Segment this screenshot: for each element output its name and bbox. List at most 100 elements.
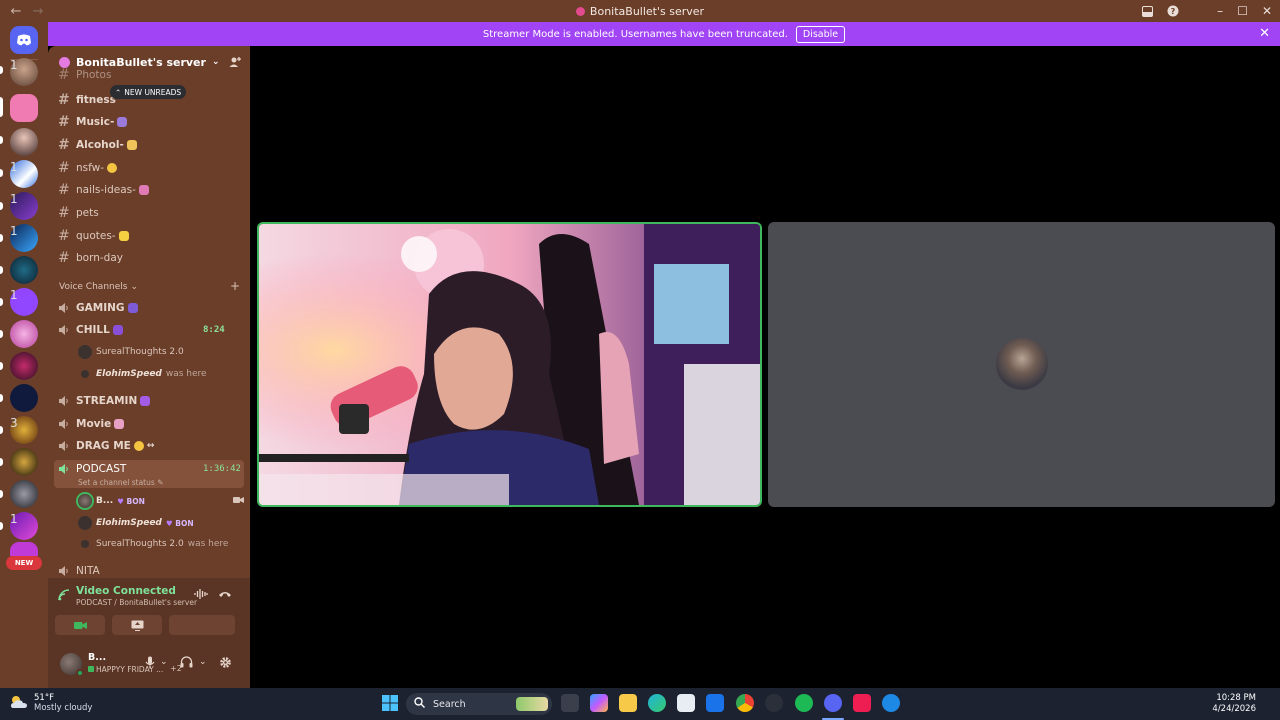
discord-taskbar-icon[interactable] [824,694,842,712]
voice-member-past[interactable]: SurealThoughts 2.0 was here [78,535,228,553]
camera-button[interactable] [55,615,105,635]
channel-pets[interactable]: # pets [58,203,99,223]
channel-name: STREAMIN [76,395,138,407]
tiktok-icon[interactable] [853,694,871,712]
webcam-video-tile[interactable] [257,222,762,507]
back-arrow-icon[interactable]: ← [8,4,24,19]
mail-icon[interactable] [706,694,724,712]
inbox-icon[interactable] [1141,5,1153,17]
chrome-icon[interactable] [736,694,754,712]
username[interactable]: B... [88,652,106,663]
edge-browser-icon[interactable] [648,694,666,712]
disable-streamer-mode-button[interactable]: Disable [795,25,846,43]
help-icon[interactable]: ? [1167,5,1179,17]
speaker-icon [58,302,70,314]
server-icon-bonitabullet[interactable] [10,94,38,122]
voice-member[interactable]: SurealThoughts 2.0 [78,343,184,361]
participant-video-tile[interactable] [768,222,1275,507]
task-view-icon[interactable] [561,694,579,712]
search-highlight-icon [516,697,548,711]
member-tag: ♥ BON [165,518,194,528]
close-banner-icon[interactable]: ✕ [1259,26,1270,41]
server-icon-13[interactable] [10,448,38,476]
voice-member[interactable]: ElohimSpeed ♥ BON [78,514,194,532]
server-icon-3[interactable] [10,128,38,156]
server-icon-9[interactable] [10,320,38,348]
taskbar-clock[interactable]: 10:28 PM 4/24/2026 [1212,693,1256,715]
server-icon-16[interactable] [10,542,38,556]
set-channel-status[interactable]: Set a channel status ✎ [78,478,163,487]
create-channel-icon[interactable]: + [230,279,240,293]
minimize-button[interactable]: – [1217,4,1223,18]
hash-icon: # [58,182,70,198]
screen-share-button[interactable] [112,615,162,635]
voice-status[interactable]: Video Connected [76,585,176,597]
copilot-icon[interactable] [590,694,608,712]
channel-born-day[interactable]: # born-day [58,248,123,268]
file-explorer-icon[interactable] [619,694,637,712]
windows-start-icon[interactable] [381,694,399,712]
soundboard-button-hidden [185,615,235,635]
invite-people-icon[interactable] [229,56,241,71]
discord-home-icon[interactable] [10,26,38,54]
voice-channel-streamin[interactable]: STREAMIN [58,391,151,411]
channel-fitness[interactable]: # fitness [58,90,116,110]
app-icon-blue[interactable] [882,694,900,712]
disconnect-icon[interactable] [218,588,232,603]
voice-channel-podcast[interactable]: PODCAST 1:36:42 [58,459,241,479]
channel-music[interactable]: # Music- [58,112,128,132]
maximize-button[interactable]: ☐ [1237,4,1248,18]
headphones-icon[interactable] [180,656,193,671]
unread-badge: 1 [10,288,18,302]
channel-name: GAMING [76,302,125,314]
chevron-down-icon[interactable]: ⌄ [160,657,168,667]
voice-channel-drag-me[interactable]: DRAG ME ↔ [58,436,154,456]
channel-nsfw[interactable]: # nsfw- [58,158,118,178]
channel-quotes[interactable]: # quotes- [58,226,129,246]
voice-member[interactable]: B... ♥ BON [78,492,244,510]
spotify-icon[interactable] [795,694,813,712]
close-window-button[interactable]: ✕ [1262,4,1272,18]
voice-channel-movie[interactable]: Movie [58,414,125,434]
grin-emoji-icon [133,441,144,451]
channel-name: born-day [76,252,123,264]
speaker-icon [58,324,70,336]
channel-timer: 1:36:42 [203,464,241,474]
badge-wrap-12: 3 [10,416,40,446]
new-unreads-pill[interactable]: ⌃ NEW UNREADS [110,85,187,99]
voice-location[interactable]: PODCAST / BonitaBullet's server [76,598,197,607]
voice-channel-chill[interactable]: CHILL 8:24 [58,320,240,340]
channel-nails-ideas[interactable]: # nails-ideas- [58,180,149,200]
voice-channel-gaming[interactable]: GAMING [58,298,138,318]
avatar[interactable] [60,653,84,677]
channel-name: quotes- [76,230,116,242]
windows-taskbar: 51°F Mostly cloudy Search 10:28 PM 4/24/… [0,688,1280,720]
microsoft-store-icon[interactable] [677,694,695,712]
server-icon-11[interactable] [10,384,38,412]
server-icon-10[interactable] [10,352,38,380]
microphone-icon[interactable] [145,656,155,672]
settings-gear-icon[interactable] [219,656,232,672]
voice-channels-header[interactable]: Voice Channels ⌄ [59,282,138,292]
taskbar-search[interactable]: Search [406,693,552,715]
signal-icon[interactable] [58,589,70,604]
channel-alcohol[interactable]: # Alcohol- [58,135,137,155]
app-icon-with-notification[interactable] [765,694,783,712]
server-icon-14[interactable] [10,480,38,508]
channel-name: nails-ideas- [76,184,136,196]
server-icon-7[interactable] [10,256,38,284]
chevron-down-icon[interactable]: ⌄ [199,657,207,667]
chevron-down-icon: ⌄ [130,282,138,292]
chevron-up-icon: ⌃ [115,87,122,97]
channel-photos[interactable]: # Photos [58,68,111,82]
weather-widget[interactable]: 51°F Mostly cloudy [10,693,92,713]
online-status-icon [76,669,84,677]
voice-member-past[interactable]: ElohimSpeed was here [78,365,207,383]
hash-icon: # [58,250,70,266]
member-name: ElohimSpeed [96,369,162,379]
smirk-emoji-icon [107,163,118,173]
new-servers-pill[interactable]: NEW [6,556,42,570]
forward-arrow-icon[interactable]: → [30,4,46,19]
noise-suppression-icon[interactable] [194,588,208,603]
avatar [81,540,89,548]
